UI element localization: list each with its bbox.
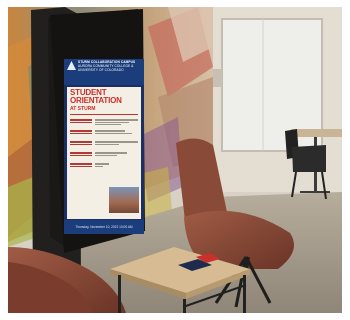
lounge-scene [8, 7, 342, 313]
title-divider [70, 114, 138, 116]
lounge-photo: STURM COLLABORATION CAMPUS AURORA COMMUN… [8, 7, 342, 313]
campus-logo-icon [67, 61, 76, 70]
schedule-row [70, 129, 138, 137]
schedule-row [70, 118, 138, 126]
schedule-row [70, 162, 138, 170]
orientation-panel: STUDENT ORIENTATION AT STURM [67, 87, 141, 219]
schedule-row [70, 140, 138, 148]
wall-outlet [213, 69, 222, 87]
screen-title: STUDENT ORIENTATION [70, 88, 122, 106]
schedule-row [70, 151, 138, 159]
screen-footer: Thursday, November 10, 2022 10:00 AM [64, 220, 144, 234]
screen-header: STURM COLLABORATION CAMPUS AURORA COMMUN… [64, 59, 144, 85]
kiosk-screen: STURM COLLABORATION CAMPUS AURORA COMMUN… [64, 59, 144, 234]
screen-subtitle: AT STURM [70, 106, 96, 113]
screen-org-subtitle: AURORA COMMUNITY COLLEGE & UNIVERSITY OF… [78, 63, 134, 72]
building-photo [109, 187, 139, 213]
